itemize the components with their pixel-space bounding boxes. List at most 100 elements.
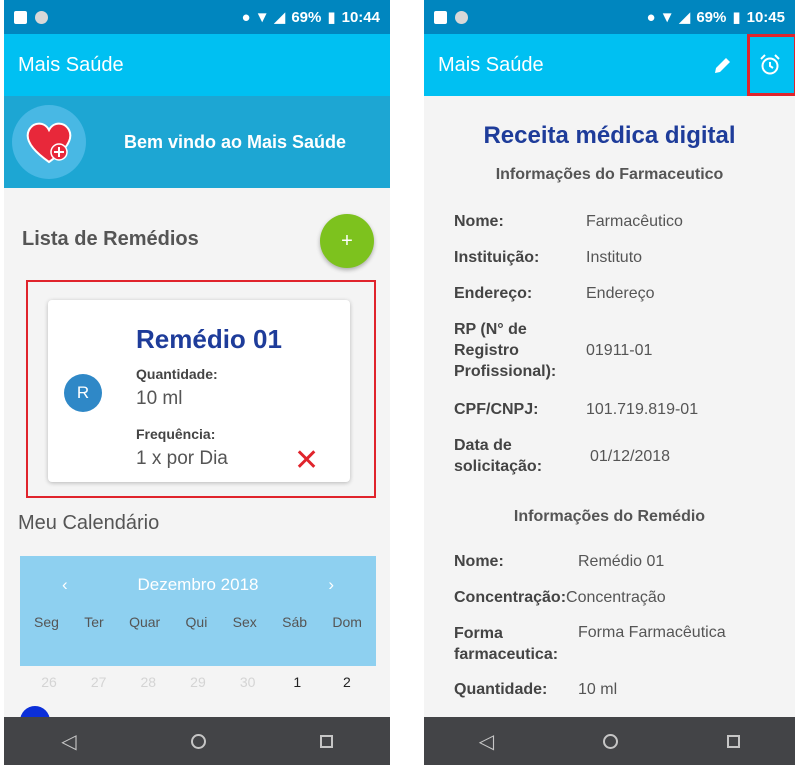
app-bar: Mais Saúde <box>4 34 390 96</box>
info-row: Nome: Farmacêutico <box>454 212 785 233</box>
weekday: Sáb <box>282 614 308 630</box>
info-row: Endereço: Endereço <box>454 284 785 305</box>
recents-icon[interactable] <box>319 734 333 748</box>
signal-icon: ● ▼ ◢ <box>241 9 286 26</box>
image-notification-icon <box>434 10 447 24</box>
info-value: Remédio 01 <box>578 553 665 571</box>
weekday: Sex <box>232 614 257 630</box>
info-value: Instituto <box>586 249 643 267</box>
notification-dot-icon <box>35 10 48 24</box>
weekday: Qui <box>185 614 208 630</box>
welcome-banner: Bem vindo ao Mais Saúde <box>4 96 390 188</box>
prescription-title: Receita médica digital <box>483 122 736 149</box>
recents-icon[interactable] <box>727 734 741 748</box>
app-title: Mais Saúde <box>18 53 124 76</box>
app-logo <box>12 105 86 179</box>
pharmacist-section-header: Informações do Farmaceutico <box>495 166 724 183</box>
calendar-month-year: Dezembro 2018 <box>138 575 259 595</box>
info-row: RP (N° de Registro Profissional): 01911-… <box>454 320 785 382</box>
highlight-box <box>747 34 795 96</box>
battery-level: 69% <box>291 8 322 26</box>
app-bar: Mais Saúde <box>424 34 795 96</box>
weekday: Seg <box>34 614 59 630</box>
info-row: Data de solicitação: 01/12/2018 <box>454 436 785 478</box>
quantity-value: 10 ml <box>136 388 183 409</box>
calendar: ‹ Dezembro 2018 › Seg Ter Quar Qui Sex S… <box>20 556 376 666</box>
calendar-title: Meu Calendário <box>18 512 160 534</box>
info-value: 101.719.819-01 <box>586 401 699 419</box>
calendar-month: Dezembro <box>137 575 216 594</box>
calendar-days: 26 27 28 29 30 1 2 <box>20 668 376 696</box>
calendar-day[interactable]: 27 <box>84 674 114 690</box>
battery-icon: ▮ <box>327 9 336 26</box>
calendar-day[interactable]: 26 <box>34 674 64 690</box>
info-row: Nome: Remédio 01 <box>454 552 785 573</box>
home-icon[interactable] <box>603 733 619 749</box>
info-key: Forma farmaceutica: <box>454 625 559 663</box>
image-notification-icon <box>14 10 27 24</box>
battery-icon: ▮ <box>732 9 741 26</box>
calendar-weekdays: Seg Ter Quar Qui Sex Sáb Dom <box>20 614 376 630</box>
edit-icon[interactable] <box>713 55 733 75</box>
frequency-label: Frequência: <box>136 426 216 442</box>
info-key: CPF/CNPJ: <box>454 401 539 418</box>
add-medicine-button[interactable]: + <box>320 214 374 268</box>
app-title: Mais Saúde <box>438 53 544 76</box>
weekday: Dom <box>332 614 362 630</box>
back-icon[interactable]: ◁ <box>479 729 494 754</box>
calendar-year: 2018 <box>220 575 259 594</box>
info-value: Endereço <box>586 285 655 303</box>
remove-medicine-icon[interactable]: ✕ <box>294 446 319 476</box>
right-phone-screen: ● ▼ ◢ 69% ▮ 10:45 Mais Saúde Receita méd… <box>424 0 795 765</box>
heart-plus-icon <box>26 122 72 164</box>
info-value: Concentração <box>566 589 666 607</box>
next-month-icon[interactable]: › <box>328 575 334 595</box>
medicine-list-title: Lista de Remédios <box>22 228 199 250</box>
weekday: Quar <box>129 614 161 630</box>
home-icon[interactable] <box>190 733 206 749</box>
calendar-day[interactable]: 28 <box>133 674 163 690</box>
info-key: Concentração: <box>454 589 567 606</box>
welcome-text: Bem vindo ao Mais Saúde <box>124 131 347 152</box>
medicine-avatar: R <box>64 374 102 412</box>
info-value: 01911-01 <box>586 342 653 360</box>
clock: 10:45 <box>746 8 785 26</box>
quantity-label: Quantidade: <box>136 366 218 382</box>
left-phone-screen: ● ▼ ◢ 69% ▮ 10:44 Mais Saúde Bem vindo a… <box>4 0 390 765</box>
medicine-card[interactable]: R Remédio 01 Quantidade: 10 ml Frequênci… <box>48 300 350 482</box>
frequency-value: 1 x por Dia <box>136 448 228 469</box>
notification-dot-icon <box>455 10 468 24</box>
info-value: 10 ml <box>578 681 618 699</box>
back-icon[interactable]: ◁ <box>61 729 76 754</box>
medicine-name: Remédio 01 <box>136 324 282 354</box>
status-bar: ● ▼ ◢ 69% ▮ 10:45 <box>424 0 795 34</box>
status-bar: ● ▼ ◢ 69% ▮ 10:44 <box>4 0 390 34</box>
info-row: CPF/CNPJ: 101.719.819-01 <box>454 400 785 421</box>
weekday: Ter <box>84 614 104 630</box>
info-row: Instituição: Instituto <box>454 248 785 269</box>
info-key: Endereço: <box>454 285 533 302</box>
info-row: Forma farmaceutica: Forma Farmacêutica <box>454 624 785 666</box>
info-value: Farmacêutico <box>586 213 683 231</box>
info-key: RP (N° de Registro Profissional): <box>454 321 557 380</box>
calendar-day[interactable]: 29 <box>183 674 213 690</box>
info-key: Nome: <box>454 213 504 230</box>
calendar-day[interactable]: 1 <box>282 674 312 690</box>
info-key: Nome: <box>454 553 504 570</box>
medicine-section-header: Informações do Remédio <box>513 508 706 525</box>
battery-level: 69% <box>696 8 727 26</box>
calendar-day[interactable]: 30 <box>233 674 263 690</box>
info-value: 01/12/2018 <box>590 447 671 465</box>
system-nav-bar: ◁ <box>4 717 390 765</box>
signal-icon: ● ▼ ◢ <box>646 9 691 26</box>
system-nav-bar: ◁ <box>424 717 795 765</box>
prescription-view: Receita médica digital Informações do Fa… <box>424 96 795 717</box>
info-key: Instituição: <box>454 249 540 266</box>
calendar-day[interactable]: 2 <box>332 674 362 690</box>
info-row: Concentração: Concentração <box>454 588 785 609</box>
info-value: Forma Farmacêutica <box>578 624 726 641</box>
clock: 10:44 <box>341 8 380 26</box>
prev-month-icon[interactable]: ‹ <box>62 575 68 595</box>
info-key: Data de solicitação: <box>454 437 543 475</box>
info-row: Quantidade: 10 ml <box>454 680 785 701</box>
